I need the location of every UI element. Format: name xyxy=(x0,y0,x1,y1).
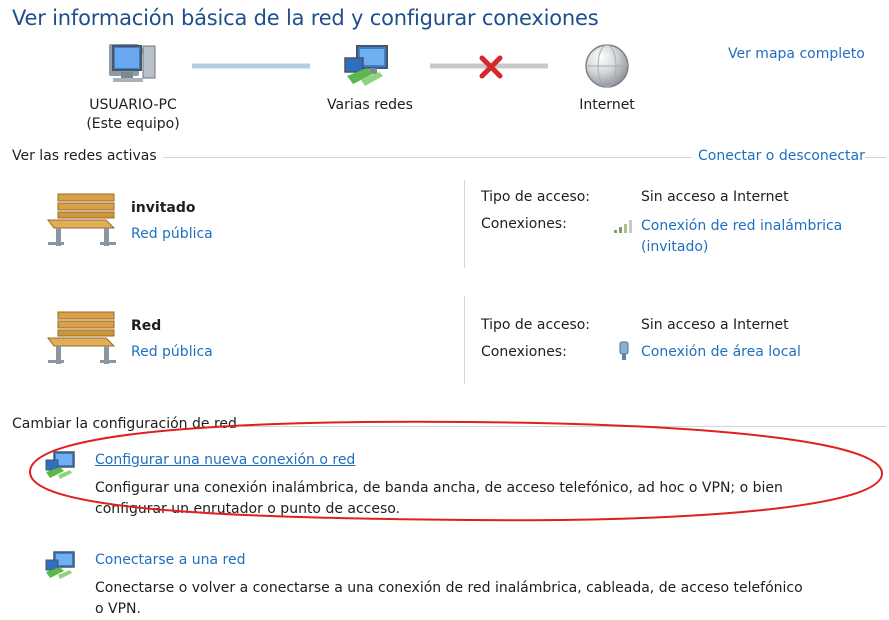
multiple-networks-label: Varias redes xyxy=(327,97,413,113)
access-type-value: Sin acceso a Internet xyxy=(641,189,789,205)
wireless-connection-link[interactable]: Conexión de red inalámbrica (invitado) xyxy=(641,216,842,258)
network-type-link[interactable]: Red pública xyxy=(131,344,213,360)
description-line: Conectarse o volver a conectarse a una c… xyxy=(95,580,803,596)
connections-label: Conexiones: xyxy=(481,344,567,360)
network-separator xyxy=(464,180,465,268)
public-network-bench-icon xyxy=(47,193,116,246)
description-line: Configurar una conexión inalámbrica, de … xyxy=(95,480,783,496)
access-type-label: Tipo de acceso: xyxy=(481,317,591,333)
multiple-networks-icon[interactable] xyxy=(343,44,395,88)
setup-new-connection-link[interactable]: Configurar una nueva conexión o red xyxy=(95,452,355,468)
wireless-signal-icon xyxy=(614,220,632,233)
connect-to-network-link[interactable]: Conectarse a una red xyxy=(95,552,245,568)
computer-icon xyxy=(109,44,156,82)
access-type-label: Tipo de acceso: xyxy=(481,189,591,205)
computer-name: USUARIO-PC xyxy=(89,97,177,113)
description-line: o VPN. xyxy=(95,601,141,617)
new-connection-icon xyxy=(45,451,75,479)
connect-disconnect-link[interactable]: Conectar o desconectar xyxy=(692,148,865,164)
full-map-link[interactable]: Ver mapa completo xyxy=(728,46,865,62)
change-settings-heading: Cambiar la configuración de red xyxy=(12,416,243,432)
page-title: Ver información básica de la red y confi… xyxy=(12,6,599,30)
wireless-connection-name[interactable]: Conexión de red inalámbrica xyxy=(641,216,842,237)
lan-connection-link[interactable]: Conexión de área local xyxy=(641,344,801,360)
active-networks-heading: Ver las redes activas xyxy=(12,148,163,164)
network-separator xyxy=(464,296,465,384)
setup-new-connection-description: Configurar una conexión inalámbrica, de … xyxy=(95,478,885,520)
description-line: configurar un enrutador o punto de acces… xyxy=(95,501,401,517)
internet-label: Internet xyxy=(579,97,635,113)
connect-network-icon xyxy=(45,551,75,579)
public-network-bench-icon xyxy=(47,311,116,364)
lan-cable-icon xyxy=(619,341,629,360)
internet-globe-icon[interactable] xyxy=(584,43,630,89)
connect-to-network-description: Conectarse o volver a conectarse a una c… xyxy=(95,578,885,620)
network-type-link[interactable]: Red pública xyxy=(131,226,213,242)
network-name: invitado xyxy=(131,200,196,216)
connections-label: Conexiones: xyxy=(481,216,567,232)
access-type-value: Sin acceso a Internet xyxy=(641,317,789,333)
wireless-connection-sub[interactable]: (invitado) xyxy=(641,237,842,258)
no-connection-x-icon xyxy=(479,55,503,79)
computer-sub: (Este equipo) xyxy=(86,116,180,132)
network-name: Red xyxy=(131,318,162,334)
